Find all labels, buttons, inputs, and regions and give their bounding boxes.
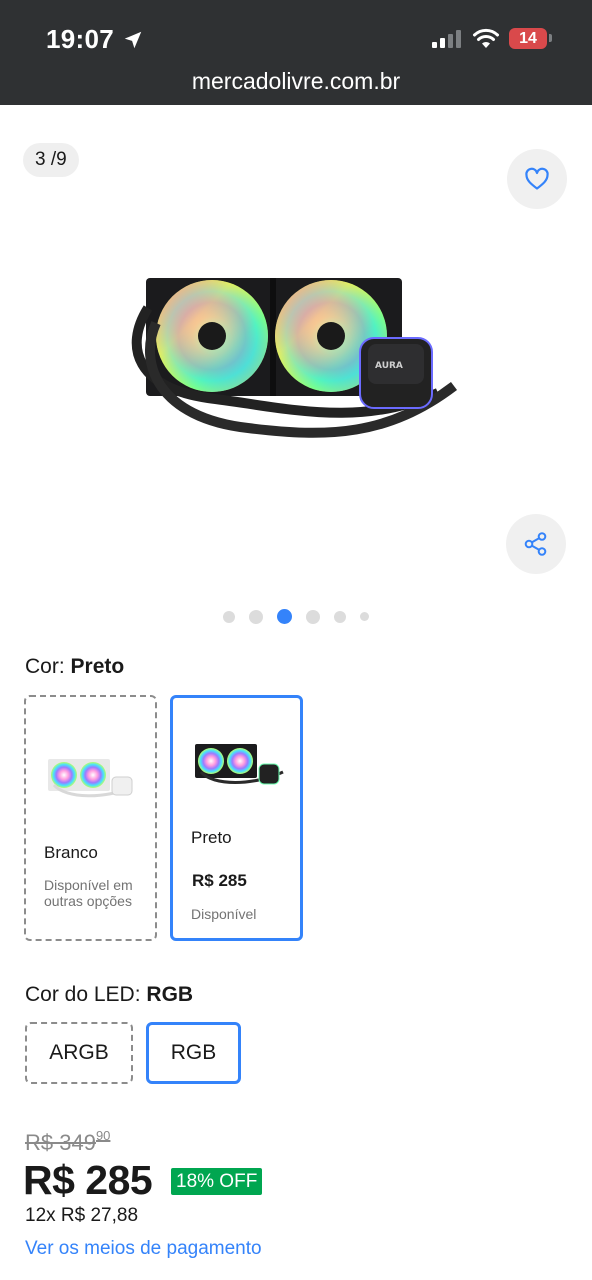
original-price-cents: 90 <box>95 1128 111 1143</box>
gallery-dot[interactable] <box>306 609 320 624</box>
gallery-dot-active[interactable] <box>277 609 292 624</box>
gallery-dot[interactable] <box>223 610 235 623</box>
original-price-whole: R$ 349 <box>25 1130 96 1155</box>
discount-badge: 18% OFF <box>171 1168 263 1195</box>
color-option-status: Disponível <box>191 906 257 922</box>
black-cooler-thumbnail <box>195 744 284 785</box>
gallery-dot[interactable] <box>334 610 346 623</box>
browser-top-bar: 19:07 14 mercadolivre.com.br <box>0 0 592 105</box>
led-option-rgb[interactable]: RGB <box>146 1022 241 1084</box>
led-selected-value: RGB <box>146 983 194 1006</box>
color-option-price: R$ 285 <box>192 871 247 890</box>
wifi-icon <box>473 28 499 48</box>
color-option-status: Disponível em outras opções <box>44 877 133 909</box>
gallery-counter: 3 /9 <box>23 143 79 177</box>
color-label: Cor: <box>25 655 65 678</box>
led-selector-title: Cor do LED: RGB <box>25 983 193 1007</box>
cellular-signal-icon <box>432 30 461 48</box>
payment-methods-link[interactable]: Ver os meios de pagamento <box>25 1238 262 1260</box>
gallery-pagination <box>0 609 592 624</box>
installments: 12x R$ 27,88 <box>25 1205 139 1226</box>
location-arrow-icon <box>124 31 142 48</box>
color-option-name: Preto <box>191 828 232 847</box>
heart-icon <box>525 167 549 190</box>
status-time: 19:07 <box>46 24 144 55</box>
led-option-argb[interactable]: ARGB <box>25 1022 133 1084</box>
product-image[interactable]: AURA <box>128 268 464 448</box>
gallery-dot[interactable] <box>360 612 369 621</box>
color-selector-title: Cor: Preto <box>25 655 124 679</box>
color-option-preto[interactable]: Preto R$ 285 Disponível <box>170 695 303 941</box>
share-icon <box>524 532 547 556</box>
favorite-button[interactable] <box>507 149 567 209</box>
share-button[interactable] <box>506 514 566 574</box>
svg-text:AURA: AURA <box>375 361 403 371</box>
url-bar[interactable]: mercadolivre.com.br <box>0 68 592 95</box>
gallery-dot[interactable] <box>249 609 263 624</box>
original-price: R$ 34990 <box>25 1128 111 1156</box>
color-option-name: Branco <box>44 843 98 862</box>
battery-icon: 14 <box>509 28 547 49</box>
color-selected-value: Preto <box>70 655 125 678</box>
white-cooler-thumbnail <box>48 759 133 798</box>
status-time-text: 19:07 <box>46 24 114 54</box>
color-option-branco[interactable]: Branco Disponível em outras opções <box>24 695 157 941</box>
led-label: Cor do LED: <box>25 983 141 1006</box>
battery-nub <box>549 34 552 42</box>
current-price: R$ 285 <box>23 1157 153 1203</box>
